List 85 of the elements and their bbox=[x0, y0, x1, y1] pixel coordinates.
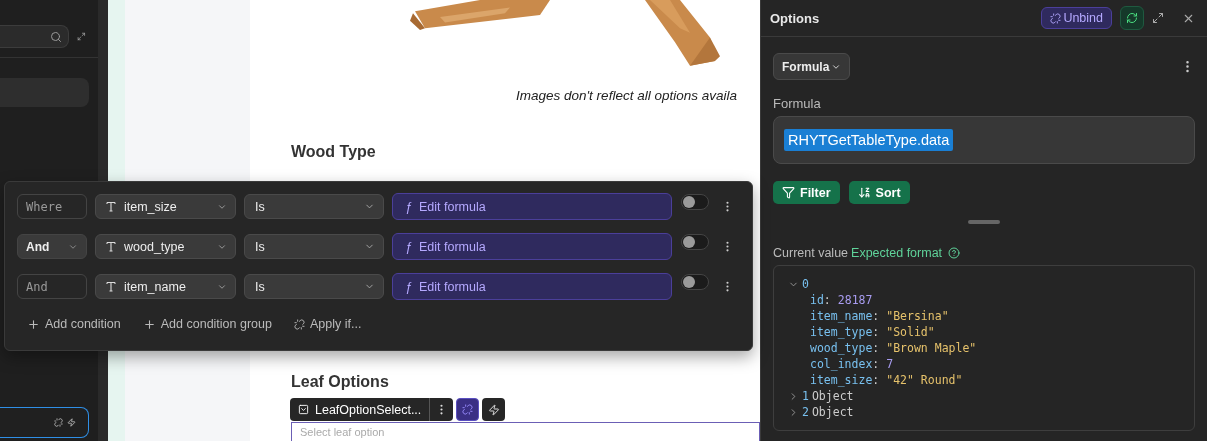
plus-icon bbox=[142, 317, 156, 331]
operator-dropdown[interactable]: Is bbox=[244, 234, 384, 259]
function-icon: ƒ bbox=[405, 279, 412, 294]
joiner-field[interactable]: And bbox=[17, 234, 87, 259]
component-label[interactable]: LeafOptionSelect... bbox=[290, 398, 430, 421]
unlink-icon bbox=[462, 404, 474, 415]
unlink-button[interactable] bbox=[456, 398, 480, 421]
edit-formula-button[interactable]: ƒ Edit formula bbox=[392, 233, 672, 260]
expected-format-link[interactable]: Expected format bbox=[851, 246, 943, 260]
field-name: wood_type bbox=[810, 340, 873, 356]
expand-icon bbox=[1152, 12, 1164, 24]
field-value: 7 bbox=[886, 356, 894, 372]
panel-title: Options bbox=[770, 10, 821, 26]
joiner-field: And bbox=[17, 274, 87, 299]
leaf-option-select[interactable]: Select leaf option bbox=[291, 422, 760, 441]
sort-button[interactable]: Sort bbox=[848, 181, 910, 204]
field-name: col_index bbox=[810, 356, 873, 372]
tree-summary: Object bbox=[811, 404, 854, 420]
image-caption: Images don't reflect all options availa bbox=[515, 88, 738, 104]
sidebar-item[interactable] bbox=[0, 407, 89, 438]
add-button[interactable]: Add condition bbox=[27, 317, 121, 331]
search-field[interactable] bbox=[0, 25, 70, 48]
refresh-button[interactable] bbox=[1120, 6, 1144, 30]
section-heading: Wood Type bbox=[290, 143, 377, 162]
help-icon[interactable] bbox=[948, 247, 961, 259]
sort-icon bbox=[857, 186, 871, 199]
separator: : bbox=[872, 340, 880, 356]
operator-dropdown[interactable]: Is bbox=[244, 194, 384, 219]
unbind-button[interactable]: Unbind bbox=[1041, 7, 1112, 29]
resize-handle[interactable] bbox=[968, 220, 1000, 224]
unlink-icon bbox=[1050, 12, 1062, 24]
plus-icon bbox=[27, 317, 40, 331]
column-dropdown[interactable]: item_name bbox=[95, 274, 236, 299]
function-icon: ƒ bbox=[405, 239, 412, 254]
search-icon bbox=[50, 30, 63, 43]
more-button[interactable] bbox=[429, 398, 454, 421]
tree-key: 1 bbox=[802, 388, 809, 404]
unlink-icon[interactable] bbox=[54, 418, 63, 427]
expand-button[interactable] bbox=[1152, 12, 1164, 24]
funnel-icon bbox=[782, 186, 795, 199]
edit-formula-button[interactable]: ƒ Edit formula bbox=[392, 273, 672, 300]
dropdown-icon bbox=[298, 404, 309, 415]
separator: : bbox=[872, 324, 880, 340]
toggle-switch[interactable] bbox=[681, 234, 709, 250]
current-value-label: Current value bbox=[773, 246, 849, 260]
field-name: item_name bbox=[810, 308, 873, 324]
function-icon: ƒ bbox=[405, 199, 412, 214]
filter-button[interactable]: Filter bbox=[773, 181, 840, 204]
text-type-icon bbox=[106, 241, 116, 252]
field-name: id bbox=[810, 292, 824, 308]
field-value: "Brown Maple" bbox=[886, 340, 977, 356]
lightning-icon[interactable] bbox=[67, 418, 76, 427]
column-dropdown[interactable]: item_size bbox=[95, 194, 236, 219]
separator: : bbox=[872, 356, 880, 372]
field-value: 28187 bbox=[837, 292, 873, 308]
toggle-switch[interactable] bbox=[681, 274, 709, 290]
refresh-icon bbox=[1126, 12, 1138, 24]
edit-formula-button[interactable]: ƒ Edit formula bbox=[392, 193, 672, 220]
formula-field[interactable]: RHYTGetTableType.data bbox=[773, 116, 1195, 164]
lightning-button[interactable] bbox=[482, 398, 506, 421]
text-type-icon bbox=[106, 281, 116, 292]
separator: : bbox=[872, 308, 880, 324]
toggle-switch[interactable] bbox=[681, 194, 709, 210]
lightning-icon bbox=[487, 403, 500, 416]
unlink-icon bbox=[293, 318, 305, 330]
separator: : bbox=[823, 292, 831, 308]
tree-summary: Object bbox=[811, 388, 854, 404]
field-value: "Solid" bbox=[886, 324, 935, 340]
field-value: "42" Round" bbox=[886, 372, 963, 388]
tree-key: 2 bbox=[802, 404, 809, 420]
expand-icon[interactable] bbox=[77, 31, 86, 42]
mode-dropdown[interactable]: Formula bbox=[773, 53, 851, 80]
operator-dropdown[interactable]: Is bbox=[244, 274, 384, 299]
section-heading: Leaf Options bbox=[290, 373, 389, 392]
field-value: "Bersina" bbox=[886, 308, 949, 324]
column-dropdown[interactable]: wood_type bbox=[95, 234, 236, 259]
tree-key: 0 bbox=[802, 276, 809, 292]
add-button[interactable]: Add condition group bbox=[142, 317, 272, 331]
text-type-icon bbox=[106, 201, 116, 212]
field-name: item_size bbox=[810, 372, 873, 388]
apply-if-button[interactable]: Apply if... bbox=[293, 317, 362, 331]
joiner-field: Where bbox=[17, 194, 87, 219]
field-label: Formula bbox=[773, 96, 822, 111]
field-name: item_type bbox=[810, 324, 873, 340]
separator: : bbox=[872, 372, 880, 388]
